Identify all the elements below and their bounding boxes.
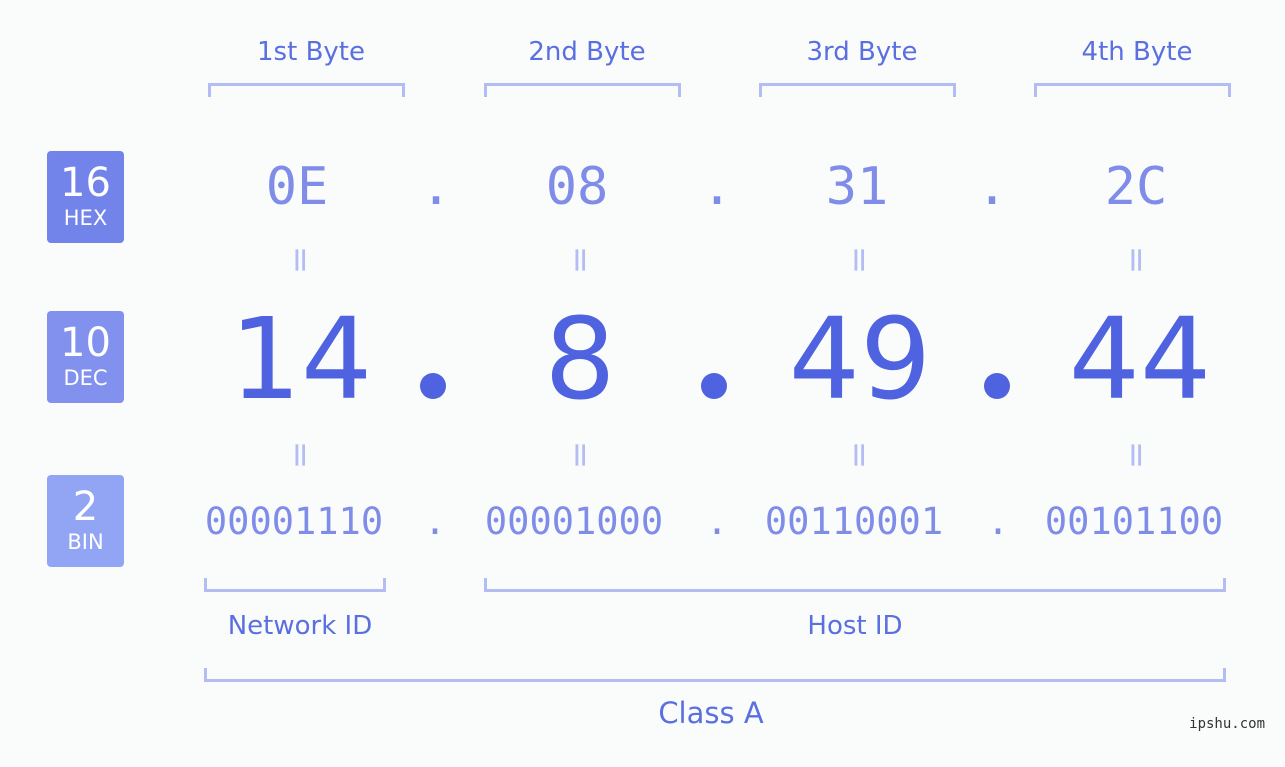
network-id-label: Network ID	[227, 611, 373, 641]
dec-separator-dot	[984, 373, 1010, 399]
bin-byte-2: 00001000	[484, 500, 664, 543]
bin-byte-4: 00101100	[1044, 500, 1224, 543]
equals-sign: =	[1116, 440, 1156, 470]
byte-2-label: 2nd Byte	[528, 37, 646, 67]
hex-label: HEX	[63, 206, 108, 230]
dec-label: DEC	[63, 366, 108, 390]
hex-badge: 16 HEX	[47, 151, 124, 243]
dec-separator-dot	[701, 373, 727, 399]
equals-sign: =	[560, 245, 600, 275]
class-label: Class A	[658, 696, 764, 730]
dec-badge: 10 DEC	[47, 311, 124, 403]
hex-separator: .	[420, 157, 452, 217]
network-id-bracket	[204, 578, 386, 592]
byte-3-bracket	[759, 83, 956, 97]
bin-byte-3: 00110001	[764, 500, 944, 543]
host-id-bracket	[484, 578, 1226, 592]
hex-byte-2: 08	[545, 157, 609, 217]
hex-separator: .	[701, 157, 733, 217]
equals-sign: =	[280, 245, 320, 275]
bin-separator: .	[986, 500, 1010, 543]
bin-label: BIN	[67, 530, 104, 554]
byte-4-bracket	[1034, 83, 1231, 97]
dec-base: 10	[60, 320, 111, 366]
byte-4-label: 4th Byte	[1081, 37, 1193, 67]
equals-sign: =	[839, 440, 879, 470]
dec-byte-1: 14	[229, 295, 373, 425]
byte-2-bracket	[484, 83, 681, 97]
byte-1-bracket	[208, 83, 405, 97]
bin-separator: .	[423, 500, 447, 543]
equals-sign: =	[560, 440, 600, 470]
equals-sign: =	[280, 440, 320, 470]
dec-separator-dot	[420, 373, 446, 399]
watermark: ipshu.com	[1189, 716, 1265, 732]
bin-base: 2	[72, 484, 99, 530]
hex-byte-1: 0E	[265, 157, 329, 217]
bin-byte-1: 00001110	[204, 500, 384, 543]
class-bracket	[204, 668, 1226, 682]
host-id-label: Host ID	[807, 611, 903, 641]
dec-byte-4: 44	[1068, 295, 1212, 425]
bin-badge: 2 BIN	[47, 475, 124, 567]
equals-sign: =	[1116, 245, 1156, 275]
hex-base: 16	[60, 160, 111, 206]
byte-1-label: 1st Byte	[257, 37, 365, 67]
dec-byte-2: 8	[544, 295, 616, 425]
dec-byte-3: 49	[788, 295, 932, 425]
hex-separator: .	[976, 157, 1008, 217]
equals-sign: =	[839, 245, 879, 275]
hex-byte-3: 31	[825, 157, 889, 217]
byte-3-label: 3rd Byte	[806, 37, 918, 67]
hex-byte-4: 2C	[1104, 157, 1168, 217]
bin-separator: .	[705, 500, 729, 543]
